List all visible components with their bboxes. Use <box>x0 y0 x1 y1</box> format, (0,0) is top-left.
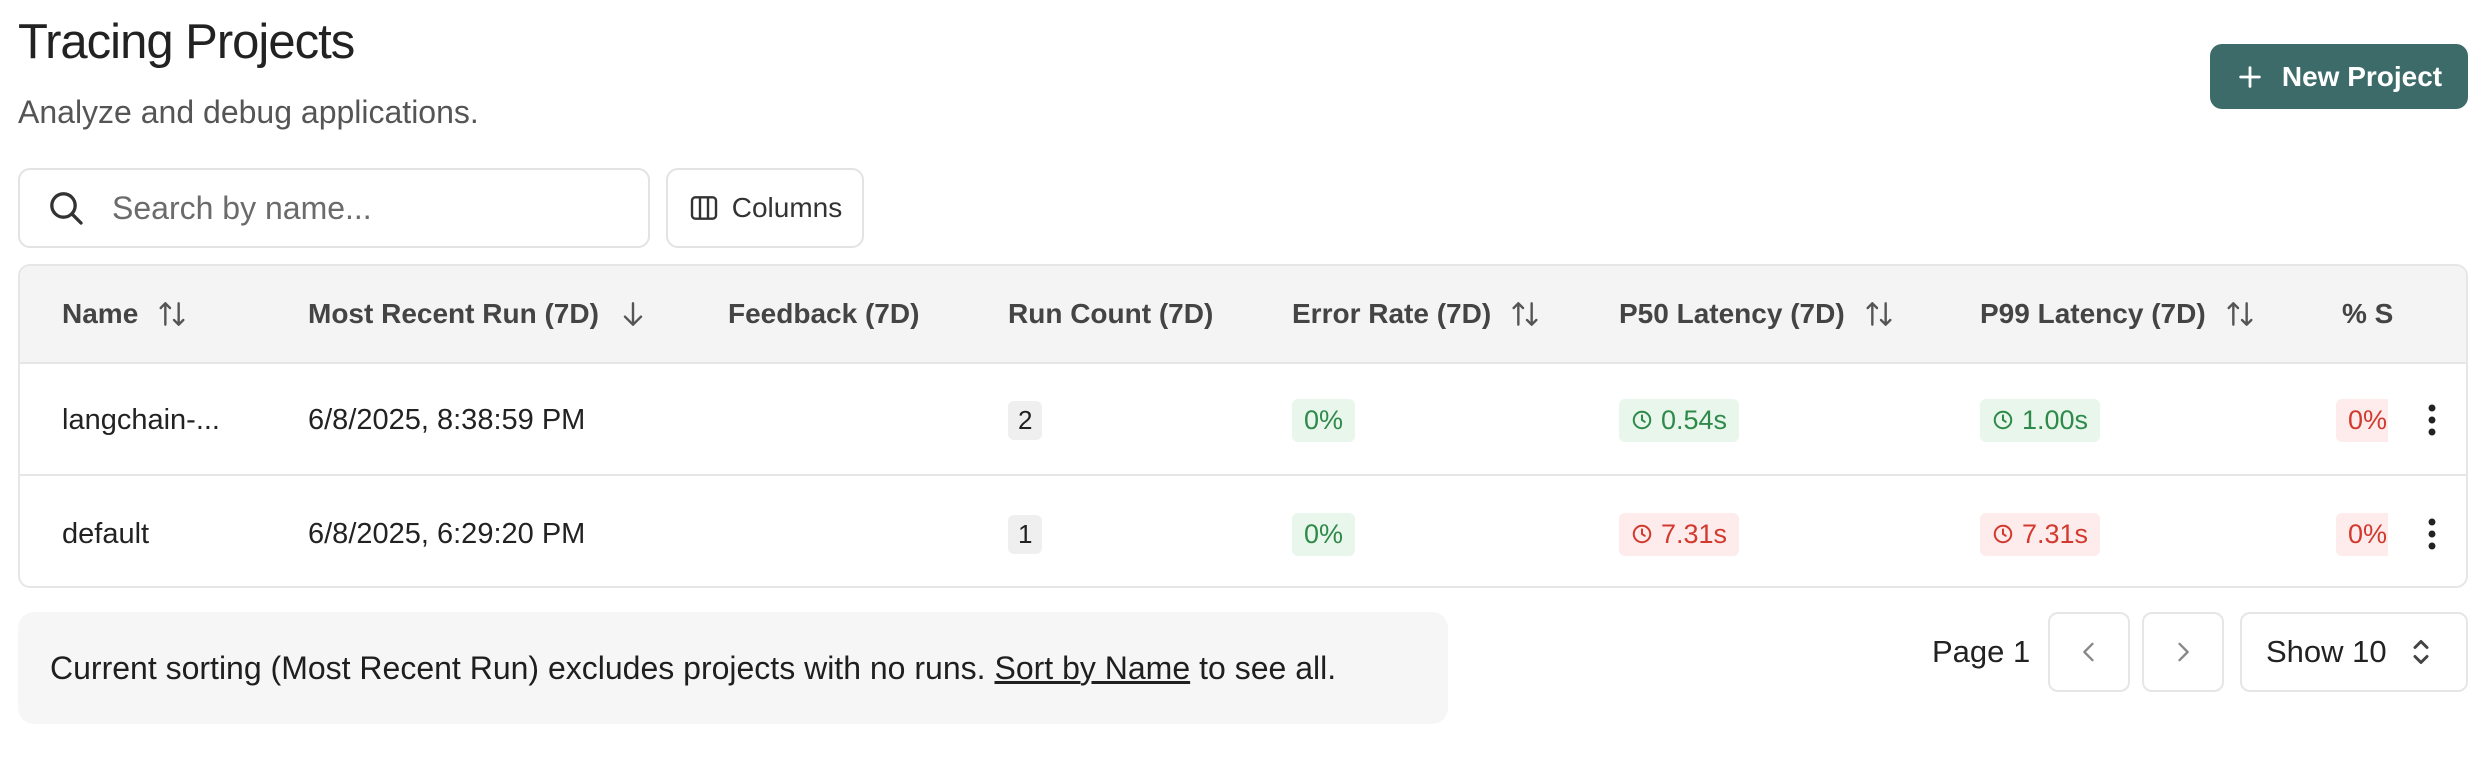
run-count-badge: 2 <box>1008 400 1043 440</box>
columns-icon <box>690 196 717 220</box>
projects-table: Name Most Recent Run (7D) Feedback (7D) … <box>18 264 2468 588</box>
page-title: Tracing Projects <box>18 15 355 69</box>
most-recent-run: 6/8/2025, 6:29:20 PM <box>308 517 586 550</box>
clock-icon <box>1632 410 1652 430</box>
table-row[interactable]: langchain-... 6/8/2025, 8:38:59 PM 2 0% … <box>20 364 2466 476</box>
search-icon <box>50 192 83 225</box>
row-actions-button[interactable] <box>2412 390 2452 450</box>
previous-page-button[interactable] <box>2048 612 2130 692</box>
clock-icon <box>1632 524 1652 544</box>
new-project-label: New Project <box>2281 60 2443 92</box>
most-recent-run: 6/8/2025, 8:38:59 PM <box>308 403 586 436</box>
sort-both-icon[interactable] <box>1509 298 1541 330</box>
page-size-select[interactable]: Show 10 <box>2240 612 2468 692</box>
percent-s-badge: 0% <box>2336 398 2388 442</box>
notice-text: Current sorting (Most Recent Run) exclud… <box>50 649 986 686</box>
error-rate-badge: 0% <box>1292 398 1356 442</box>
search-input[interactable] <box>112 189 632 227</box>
next-page-button[interactable] <box>2142 612 2224 692</box>
column-header-percent-s[interactable]: % S <box>2342 266 2394 362</box>
table-row[interactable]: default 6/8/2025, 6:29:20 PM 1 0% 7.31s … <box>20 478 2466 586</box>
more-vertical-icon <box>2428 518 2436 550</box>
columns-button[interactable]: Columns <box>666 168 864 248</box>
sort-by-name-link[interactable]: Sort by Name <box>995 650 1191 687</box>
run-count-badge: 1 <box>1008 514 1043 554</box>
clock-icon <box>1993 410 2013 430</box>
sort-both-icon[interactable] <box>1863 298 1895 330</box>
project-name[interactable]: langchain-... <box>62 364 220 476</box>
row-actions-button[interactable] <box>2412 504 2452 564</box>
columns-label: Columns <box>731 192 843 223</box>
sort-both-icon[interactable] <box>2224 298 2256 330</box>
sort-both-icon[interactable] <box>156 298 188 330</box>
sorting-notice: Current sorting (Most Recent Run) exclud… <box>18 612 1448 724</box>
page-size-value: Show 10 <box>2266 634 2387 669</box>
column-header-p99-latency[interactable]: P99 Latency (7D) <box>1980 266 2256 362</box>
plus-icon <box>2239 65 2261 88</box>
column-header-run-count[interactable]: Run Count (7D) <box>1008 266 1213 362</box>
column-header-name[interactable]: Name <box>62 266 188 362</box>
percent-s-badge: 0% <box>2336 512 2388 556</box>
sort-desc-icon[interactable] <box>617 298 649 330</box>
search-box[interactable] <box>18 168 650 248</box>
table-header: Name Most Recent Run (7D) Feedback (7D) … <box>20 266 2466 364</box>
p99-latency-badge: 7.31s <box>1980 512 2101 556</box>
project-name[interactable]: default <box>62 478 149 586</box>
clock-icon <box>1993 524 2013 544</box>
chevron-right-icon <box>2178 642 2189 662</box>
column-header-error-rate[interactable]: Error Rate (7D) <box>1292 266 1541 362</box>
chevron-left-icon <box>2083 642 2094 662</box>
page-indicator: Page 1 <box>1932 634 2031 669</box>
notice-text-end: to see all. <box>1199 649 1337 686</box>
column-header-feedback[interactable]: Feedback (7D) <box>728 266 919 362</box>
page-subtitle: Analyze and debug applications. <box>18 94 479 130</box>
error-rate-badge: 0% <box>1292 512 1356 556</box>
column-header-most-recent-run[interactable]: Most Recent Run (7D) <box>308 266 649 362</box>
column-header-p50-latency[interactable]: P50 Latency (7D) <box>1619 266 1895 362</box>
chevron-up-down-icon <box>2413 640 2429 664</box>
new-project-button[interactable]: New Project <box>2210 44 2468 109</box>
p99-latency-badge: 1.00s <box>1980 398 2101 442</box>
more-vertical-icon <box>2428 404 2436 436</box>
p50-latency-badge: 0.54s <box>1619 398 1740 442</box>
p50-latency-badge: 7.31s <box>1619 512 1740 556</box>
